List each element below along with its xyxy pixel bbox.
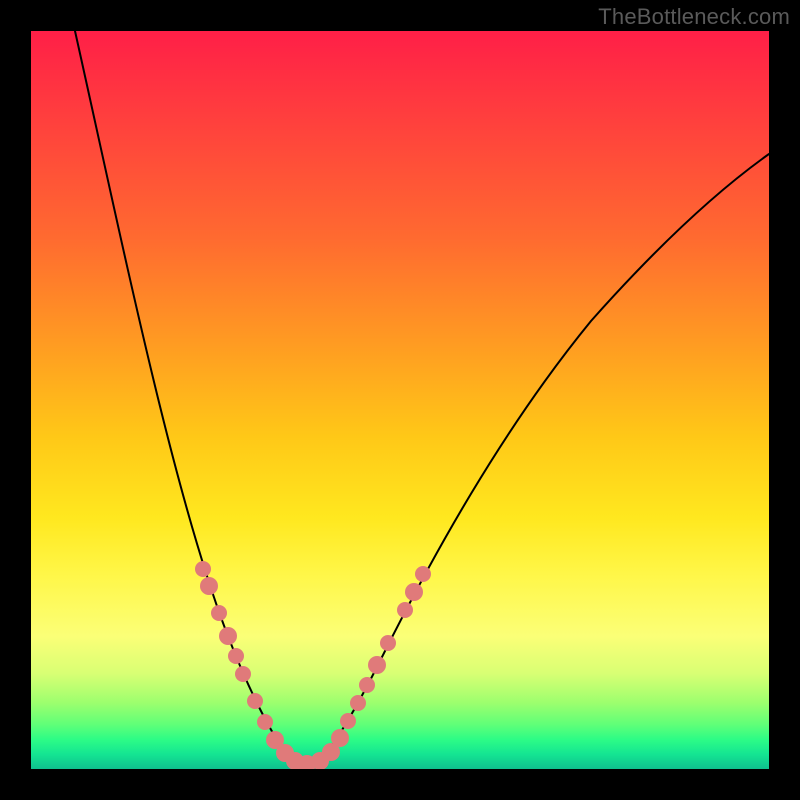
- data-dot: [340, 713, 356, 729]
- curve-svg: [31, 31, 769, 769]
- data-dot: [405, 583, 423, 601]
- watermark-text: TheBottleneck.com: [598, 4, 790, 30]
- right-arm-curve: [317, 154, 769, 764]
- dots-layer: [195, 561, 431, 769]
- data-dot: [247, 693, 263, 709]
- data-dot: [380, 635, 396, 651]
- data-dot: [359, 677, 375, 693]
- data-dot: [331, 729, 349, 747]
- data-dot: [219, 627, 237, 645]
- data-dot: [350, 695, 366, 711]
- plot-area: [31, 31, 769, 769]
- data-dot: [368, 656, 386, 674]
- data-dot: [257, 714, 273, 730]
- data-dot: [228, 648, 244, 664]
- data-dot: [235, 666, 251, 682]
- data-dot: [211, 605, 227, 621]
- data-dot: [397, 602, 413, 618]
- data-dot: [195, 561, 211, 577]
- data-dot: [415, 566, 431, 582]
- data-dot: [200, 577, 218, 595]
- left-arm-curve: [75, 31, 295, 764]
- chart-frame: TheBottleneck.com: [0, 0, 800, 800]
